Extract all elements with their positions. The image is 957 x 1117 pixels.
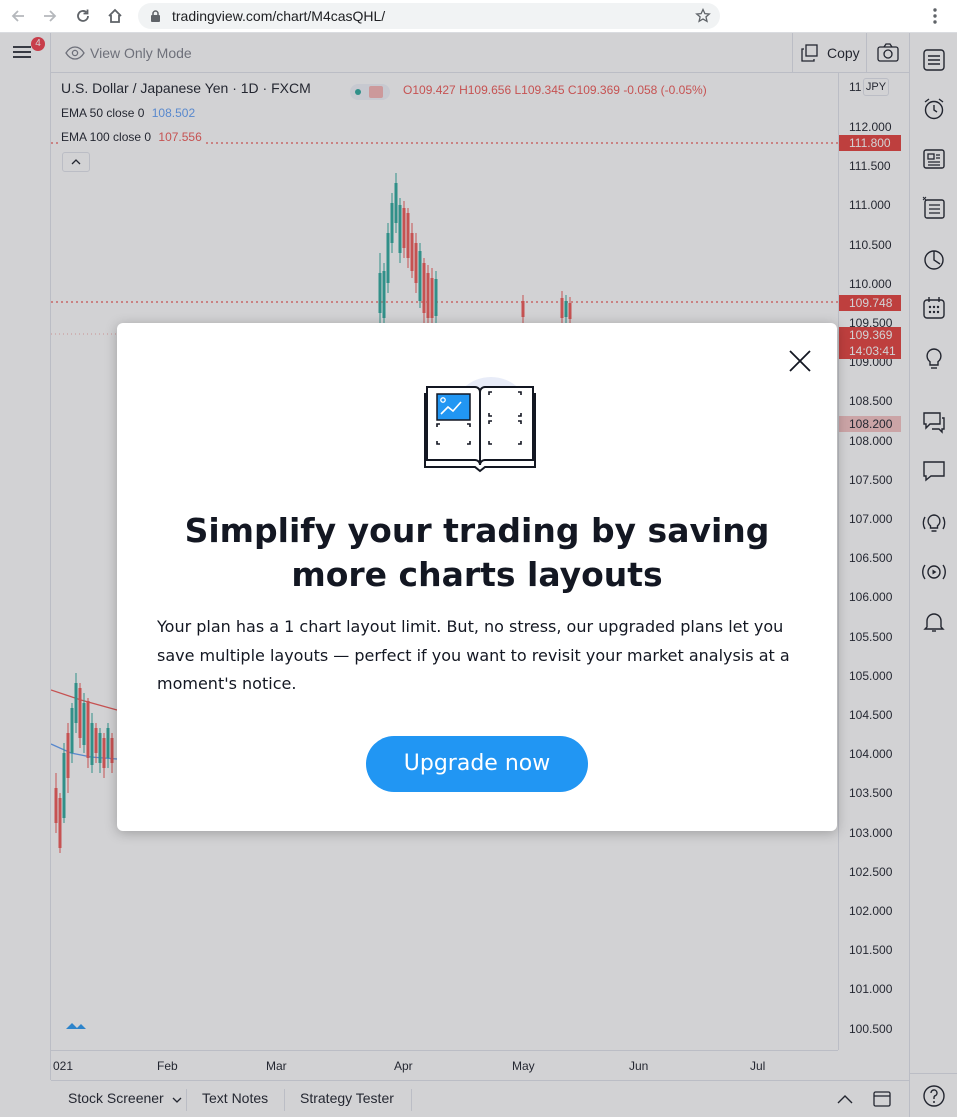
upgrade-now-button[interactable]: Upgrade now [366,736,588,792]
back-icon[interactable] [7,5,29,27]
reload-icon[interactable] [72,5,94,27]
dialog-body: Your plan has a 1 chart layout limit. Bu… [157,617,790,693]
dialog-title: Simplify your trading by saving more cha… [184,511,770,594]
upgrade-dialog: Simplify your trading by saving more cha… [117,323,837,831]
forward-icon[interactable] [39,5,61,27]
address-bar[interactable]: tradingview.com/chart/M4casQHL/ [138,3,720,29]
lock-icon [151,10,160,22]
browser-menu-icon[interactable] [924,5,946,27]
bookmark-star-icon[interactable] [695,8,711,24]
home-icon[interactable] [104,5,126,27]
book-illustration-icon [424,377,536,473]
browser-toolbar: tradingview.com/chart/M4casQHL/ [0,0,957,33]
url-text: tradingview.com/chart/M4casQHL/ [172,8,386,24]
close-icon[interactable] [787,348,813,374]
